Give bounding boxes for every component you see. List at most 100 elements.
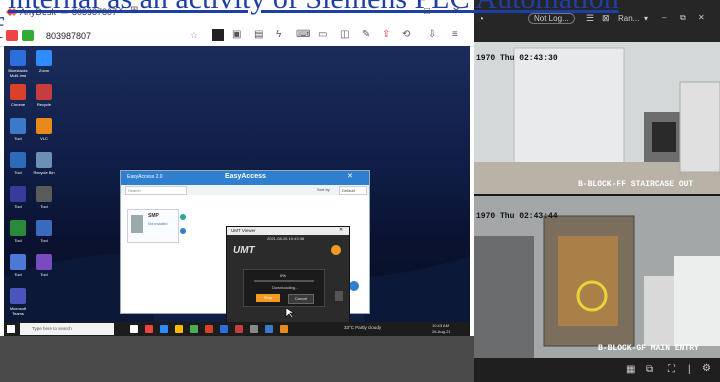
anydesk-logo-icon <box>6 8 18 16</box>
display-icon[interactable] <box>212 29 224 41</box>
umt-title: UMT Viewer <box>231 228 256 233</box>
side-handle[interactable] <box>335 291 343 301</box>
desktop-app-icon[interactable] <box>36 186 52 202</box>
session-tab[interactable]: 803987807 <box>72 7 117 17</box>
start-icon[interactable] <box>7 325 15 333</box>
taskbar-apps <box>130 324 300 334</box>
cancel-button[interactable]: Cancel <box>288 294 314 304</box>
desktop-app-label: Tool <box>14 136 22 141</box>
minimize-icon[interactable]: – <box>662 13 666 22</box>
desktop-app-icon[interactable] <box>10 84 26 100</box>
desktop-app-icon[interactable] <box>10 220 26 236</box>
desktop-app-icon[interactable] <box>10 50 26 66</box>
monitor-select-icon[interactable]: ▣ <box>232 29 241 40</box>
desktop-app-icon[interactable] <box>10 288 26 304</box>
grid-layout-icon[interactable]: ▦ <box>626 364 635 375</box>
taskbar-app-icon[interactable] <box>235 325 243 333</box>
fullscreen-icon[interactable]: ⛶ <box>668 364 675 375</box>
camera-1-scene <box>474 42 720 194</box>
new-tab-icon[interactable]: ⊞ <box>130 5 138 16</box>
sort-label: Sort by <box>317 187 330 192</box>
taskbar-app-icon[interactable] <box>220 325 228 333</box>
taskbar-app-icon[interactable] <box>160 325 168 333</box>
stop-button[interactable]: Stop <box>256 294 280 302</box>
umt-settings-icon[interactable] <box>331 245 341 255</box>
taskbar-search-input[interactable]: Type here to search <box>20 323 114 335</box>
camera-feed-1[interactable]: 1970 Thu 02:43:30 B-BLOCK-FF STAIRCASE O… <box>474 42 720 194</box>
chat-icon[interactable]: ▤ <box>254 29 263 40</box>
menu-icon[interactable]: ≡ <box>452 29 458 40</box>
restore-icon[interactable]: ⧉ <box>680 13 686 23</box>
sort-select[interactable]: Default <box>339 186 367 195</box>
maximize-button[interactable]: □ <box>424 6 430 17</box>
screen-icon[interactable]: ▭ <box>318 29 327 40</box>
add-device-button[interactable] <box>349 281 359 291</box>
easyaccess-search-input[interactable]: Search <box>125 186 187 195</box>
draw-icon[interactable]: ✎ <box>362 29 370 40</box>
clock-date: 26-Aug-21 <box>432 329 451 334</box>
remote-desktop[interactable]: EasyAccess 2.0 EasyAccess ✕ Search Sort … <box>4 46 470 322</box>
camera-1-timestamp: 1970 Thu 02:43:30 <box>476 54 558 63</box>
connect-icon[interactable] <box>180 214 186 220</box>
info-icon[interactable] <box>180 228 186 234</box>
download-icon[interactable]: ⇩ <box>428 29 436 40</box>
secure-icon <box>22 30 34 41</box>
taskbar-app-icon[interactable] <box>205 325 213 333</box>
keyboard-icon[interactable]: ⌨ <box>296 29 310 40</box>
umt-close-icon[interactable]: ✕ <box>339 227 343 233</box>
desktop-app-icon[interactable] <box>36 254 52 270</box>
desktop-app-label: Zoom <box>38 68 50 73</box>
taskbar-app-icon[interactable] <box>130 325 138 333</box>
desktop-app-label: Tool <box>14 238 22 243</box>
umt-datetime: 2021-08-26 10:43:38 <box>267 236 305 241</box>
bookmark-icon[interactable]: ☆ <box>190 30 198 41</box>
taskbar-app-icon[interactable] <box>250 325 258 333</box>
umt-logo: UMT <box>233 245 255 256</box>
list-icon[interactable]: ☰ <box>586 13 594 24</box>
history-icon[interactable]: ⟲ <box>402 29 410 40</box>
progress-text: 0% <box>280 273 286 278</box>
desktop-app-label: Tool <box>40 204 48 209</box>
umt-viewer-window[interactable]: UMT Viewer ✕ 2021-08-26 10:43:38 UMT 0% … <box>226 226 350 322</box>
desktop-app-icon[interactable] <box>10 186 26 202</box>
anydesk-titlebar: AnyDesk ▭ 803987807 × ⊞ – □ ✕ <box>0 0 474 26</box>
progress-bar <box>254 280 314 282</box>
close-button[interactable]: ✕ <box>452 6 460 17</box>
user-menu[interactable]: Ran... <box>618 14 639 23</box>
desktop-app-icon[interactable] <box>36 220 52 236</box>
easyaccess-close-icon[interactable]: ✕ <box>347 172 353 180</box>
taskbar-app-icon[interactable] <box>280 325 288 333</box>
connection-status-icon <box>6 30 18 41</box>
cctv-toolbar: ◔ Not Log... ☰ ⊠ Ran... ▾ – ⧉ ✕ <box>474 0 720 42</box>
desktop-app-icon[interactable] <box>36 84 52 100</box>
action-icon[interactable]: ϟ <box>276 29 281 40</box>
desktop-app-icon[interactable] <box>36 152 52 168</box>
desktop-app-icon[interactable] <box>10 152 26 168</box>
easyaccess-toolbar: Search Sort by Default <box>121 185 369 195</box>
taskbar-app-icon[interactable] <box>265 325 273 333</box>
image-icon[interactable]: ⊠ <box>602 13 610 24</box>
taskbar-app-icon[interactable] <box>145 325 153 333</box>
desktop-app-icon[interactable] <box>10 254 26 270</box>
desktop-app-label: Tool <box>14 170 22 175</box>
login-status[interactable]: Not Log... <box>528 13 575 24</box>
file-transfer-icon[interactable]: ⇪ <box>382 29 390 40</box>
desktop-app-icon[interactable] <box>36 118 52 134</box>
windows-taskbar: Type here to search 33°C Partly cloudy 1… <box>4 322 470 336</box>
close-tab-icon[interactable]: × <box>118 5 124 16</box>
minimize-button[interactable]: – <box>398 6 404 17</box>
split-layout-icon[interactable]: ⧉ <box>646 364 653 375</box>
record-icon[interactable]: ◫ <box>340 29 349 40</box>
taskbar-app-icon[interactable] <box>190 325 198 333</box>
desktop-app-icon[interactable] <box>10 118 26 134</box>
settings-gear-icon[interactable]: ⚙ <box>702 363 711 374</box>
device-name: SMP <box>148 213 159 219</box>
desktop-app-icon[interactable] <box>36 50 52 66</box>
camera-feed-2[interactable]: 1970 Thu 02:43:44 B-BLOCK-GF MAIN ENTRY <box>474 196 720 358</box>
address-field[interactable]: 803987807 <box>46 31 91 41</box>
close-icon[interactable]: ✕ <box>698 13 705 22</box>
chevron-down-icon[interactable]: ▾ <box>644 14 648 23</box>
download-dialog: 0% Downloading... Stop Cancel <box>243 269 325 307</box>
device-card[interactable]: SMP Not Installed <box>127 209 186 243</box>
taskbar-app-icon[interactable] <box>175 325 183 333</box>
